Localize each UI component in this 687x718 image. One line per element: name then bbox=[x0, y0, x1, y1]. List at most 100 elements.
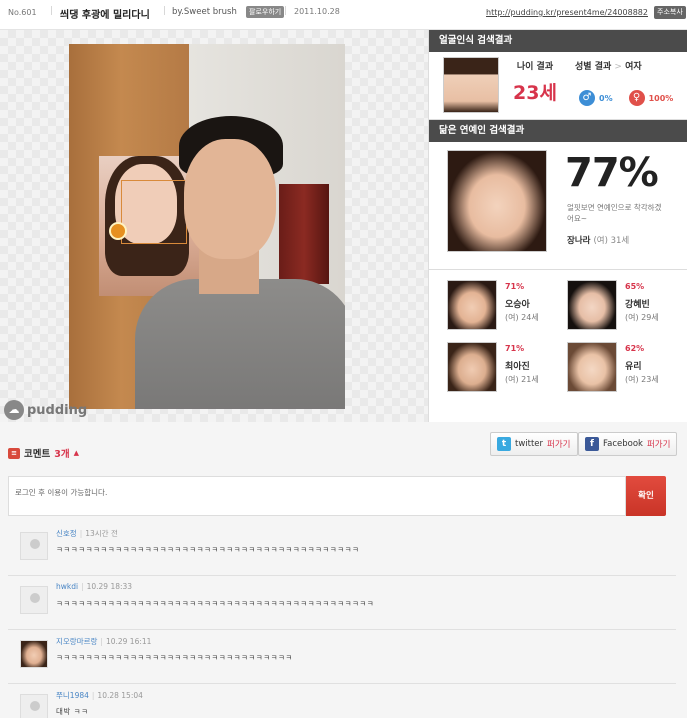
uploaded-photo[interactable] bbox=[69, 44, 345, 409]
celeb-name: 최아진 bbox=[505, 362, 530, 372]
celeb-photo bbox=[567, 280, 617, 330]
celeb-name: 오승아 bbox=[505, 300, 530, 310]
male-percent: 0% bbox=[599, 93, 613, 103]
face-result-heading: 얼굴인식 검색결과 bbox=[429, 30, 687, 52]
caret-up-icon: ▲ bbox=[73, 449, 79, 457]
photo-books bbox=[279, 184, 329, 284]
comment-meta: 신호정 | 13시간 전 bbox=[56, 528, 118, 539]
comment-meta: 지오랑마르랑 | 10.29 16:11 bbox=[56, 636, 151, 647]
avatar[interactable] bbox=[20, 640, 48, 668]
photo-person-body bbox=[135, 279, 345, 409]
comment-time: 10.29 18:33 bbox=[86, 582, 133, 591]
divider: | bbox=[81, 582, 84, 591]
post-url-link[interactable]: http://pudding.kr/present4me/24008882 bbox=[486, 8, 648, 17]
top-celeb-age: (여) 31세 bbox=[593, 236, 630, 246]
celeb-match-item[interactable]: 71% 오승아 (여) 24세 bbox=[447, 280, 567, 336]
comment-author[interactable]: 지오랑마르랑 bbox=[56, 637, 97, 646]
post-header: No.601 | 씌댕 후광에 밀리다니 | by.Sweet brush 팔로… bbox=[0, 0, 687, 30]
comment-author[interactable]: 쭈니1984 bbox=[56, 691, 89, 700]
divider: | bbox=[50, 6, 54, 16]
celeb-percent: 62% bbox=[625, 344, 645, 353]
gender-arrow: > bbox=[614, 62, 622, 72]
twitter-label: twitter bbox=[515, 439, 544, 449]
comment-icon: ≡ bbox=[8, 447, 20, 459]
female-percent: 100% bbox=[648, 93, 674, 103]
comment-text: ㅋㅋㅋㅋㅋㅋㅋㅋㅋㅋㅋㅋㅋㅋㅋㅋㅋㅋㅋㅋㅋㅋㅋㅋㅋㅋㅋㅋㅋㅋㅋㅋ bbox=[56, 653, 293, 662]
pudding-logo-icon: ☁ bbox=[4, 400, 24, 420]
facebook-share-button[interactable]: f Facebook 퍼가기 bbox=[578, 432, 678, 456]
comment-author[interactable]: hwkdi bbox=[56, 582, 78, 591]
avatar[interactable] bbox=[20, 694, 48, 718]
comments-count: 3개 bbox=[54, 449, 70, 460]
other-celeb-matches: 71% 오승아 (여) 24세 65% 강혜빈 (여) 29세 71% 최아진 … bbox=[429, 270, 687, 400]
celeb-age: (여) 29세 bbox=[625, 313, 659, 322]
celeb-age: (여) 24세 bbox=[505, 313, 539, 322]
detected-face-thumb bbox=[443, 57, 499, 113]
celeb-match-item[interactable]: 71% 최아진 (여) 21세 bbox=[447, 342, 567, 398]
post-title: 씌댕 후광에 밀리다니 bbox=[60, 10, 150, 21]
comment-text: ㅋㅋㅋㅋㅋㅋㅋㅋㅋㅋㅋㅋㅋㅋㅋㅋㅋㅋㅋㅋㅋㅋㅋㅋㅋㅋㅋㅋㅋㅋㅋㅋㅋㅋㅋㅋㅋㅋㅋㅋ… bbox=[56, 545, 360, 554]
age-label: 나이 결과 bbox=[516, 62, 554, 72]
top-celeb-name-line: 장나라 (여) 31세 bbox=[567, 234, 629, 246]
celeb-name: 강혜빈 bbox=[625, 300, 650, 310]
celeb-age: (여) 23세 bbox=[625, 375, 659, 384]
celeb-photo bbox=[447, 280, 497, 330]
comment-author[interactable]: 신호정 bbox=[56, 529, 77, 538]
celeb-photo bbox=[567, 342, 617, 392]
divider: | bbox=[100, 637, 103, 646]
comment-item: 지오랑마르랑 | 10.29 16:11 ㅋㅋㅋㅋㅋㅋㅋㅋㅋㅋㅋㅋㅋㅋㅋㅋㅋㅋㅋㅋㅋ… bbox=[8, 630, 676, 684]
comments-body: 로그인 후 이용이 가능합니다. 확인 신호정 | 13시간 전 ㅋㅋㅋㅋㅋㅋㅋㅋㅋ… bbox=[0, 462, 687, 718]
comment-meta: 쭈니1984 | 10.28 15:04 bbox=[56, 690, 143, 701]
top-celeb-description: 얼핏보면 연예인으로 착각하겠어요~ bbox=[567, 203, 662, 223]
female-icon: ♀ bbox=[628, 90, 645, 106]
pudding-watermark: ☁ pudding bbox=[4, 400, 87, 420]
face-detection-box bbox=[121, 180, 187, 244]
facebook-label: Facebook bbox=[603, 439, 643, 449]
celeb-percent: 71% bbox=[505, 344, 525, 353]
comment-text: 대박 ㅋㅋ bbox=[56, 707, 89, 716]
comment-input[interactable]: 로그인 후 이용이 가능합니다. bbox=[8, 476, 626, 516]
divider: | bbox=[284, 6, 288, 16]
comment-text: ㅋㅋㅋㅋㅋㅋㅋㅋㅋㅋㅋㅋㅋㅋㅋㅋㅋㅋㅋㅋㅋㅋㅋㅋㅋㅋㅋㅋㅋㅋㅋㅋㅋㅋㅋㅋㅋㅋㅋㅋ… bbox=[56, 599, 375, 608]
twitter-share-button[interactable]: t twitter 퍼가기 bbox=[490, 432, 578, 456]
twitter-post-label: 퍼가기 bbox=[547, 440, 571, 450]
follow-button[interactable]: 팔로우하기 bbox=[246, 6, 285, 18]
copy-url-button[interactable]: 주소복사 bbox=[654, 6, 686, 19]
celeb-match-item[interactable]: 62% 유리 (여) 23세 bbox=[567, 342, 687, 398]
post-date: 2011.10.28 bbox=[294, 7, 340, 16]
celeb-result-heading: 닮은 연예인 검색결과 bbox=[429, 120, 687, 142]
top-celeb-name[interactable]: 장나라 bbox=[567, 236, 590, 246]
age-value: 23세 bbox=[513, 82, 557, 104]
photo-area: ☁ pudding bbox=[0, 30, 428, 422]
facebook-post-label: 퍼가기 bbox=[646, 440, 671, 450]
comment-item: 신호정 | 13시간 전 ㅋㅋㅋㅋㅋㅋㅋㅋㅋㅋㅋㅋㅋㅋㅋㅋㅋㅋㅋㅋㅋㅋㅋㅋㅋㅋㅋㅋㅋ… bbox=[8, 522, 676, 576]
top-celeb-match: 77% 얼핏보면 연예인으로 착각하겠어요~ 장나라 (여) 31세 bbox=[429, 142, 687, 270]
gender-label-text: 성별 결과 bbox=[575, 62, 612, 72]
comments-title[interactable]: ≡ 코멘트 3개 ▲ bbox=[8, 446, 79, 460]
celeb-photo bbox=[447, 342, 497, 392]
avatar[interactable] bbox=[20, 532, 48, 560]
gender-value: 여자 bbox=[625, 62, 642, 72]
submit-comment-button[interactable]: 확인 bbox=[626, 476, 666, 516]
comment-item: 쭈니1984 | 10.28 15:04 대박 ㅋㅋ bbox=[8, 684, 676, 718]
avatar[interactable] bbox=[20, 586, 48, 614]
author-link[interactable]: by.Sweet brush bbox=[172, 7, 237, 17]
divider: | bbox=[91, 691, 95, 700]
celeb-percent: 71% bbox=[505, 282, 525, 291]
comment-item: hwkdi | 10.29 18:33 ㅋㅋㅋㅋㅋㅋㅋㅋㅋㅋㅋㅋㅋㅋㅋㅋㅋㅋㅋㅋㅋㅋ… bbox=[8, 576, 676, 630]
top-celeb-photo[interactable] bbox=[447, 150, 547, 252]
top-celeb-percent: 77% bbox=[565, 150, 659, 196]
face-marker-icon bbox=[109, 222, 127, 240]
face-result: 나이 결과 23세 성별 결과 > 여자 ♂ 0% ♀ 100% bbox=[429, 52, 687, 120]
result-panel: 얼굴인식 검색결과 나이 결과 23세 성별 결과 > 여자 ♂ 0% ♀ 10… bbox=[428, 30, 687, 422]
post-number: No.601 bbox=[8, 8, 37, 17]
comment-time: 10.28 15:04 bbox=[97, 691, 143, 700]
pudding-logo-text: pudding bbox=[27, 402, 88, 418]
facebook-icon: f bbox=[585, 437, 599, 451]
twitter-icon: t bbox=[497, 437, 511, 451]
divider: | bbox=[79, 529, 83, 538]
comment-time: 10.29 16:11 bbox=[105, 637, 152, 646]
gender-label: 성별 결과 > 여자 bbox=[575, 59, 642, 72]
divider: | bbox=[163, 6, 167, 16]
celeb-match-item[interactable]: 65% 강혜빈 (여) 29세 bbox=[567, 280, 687, 336]
